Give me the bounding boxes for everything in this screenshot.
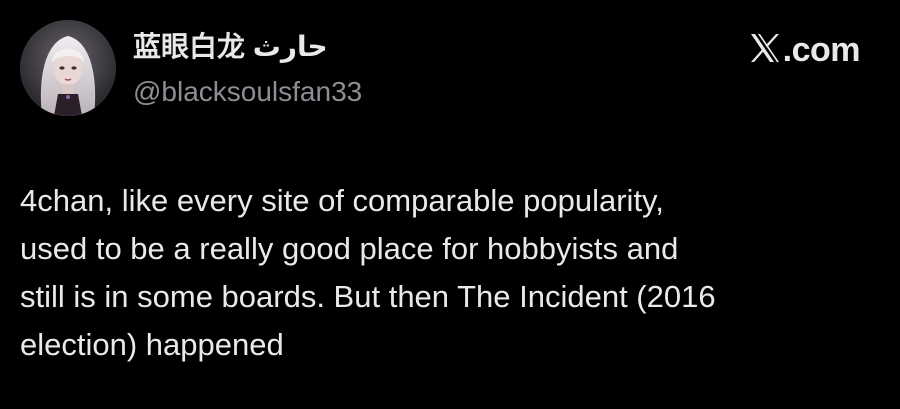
tweet-card: 蓝眼白龙 حارث @blacksoulsfan33 .com 4chan, l… (0, 0, 900, 409)
x-logo-icon (749, 33, 781, 68)
author-handle[interactable]: @blacksoulsfan33 (133, 75, 362, 109)
brand-domain-text: .com (782, 31, 861, 69)
author-avatar[interactable] (20, 20, 116, 116)
brand-link[interactable]: .com (749, 30, 861, 70)
author-display-name[interactable]: 蓝眼白龙 حارث (133, 30, 328, 64)
avatar-image (20, 20, 116, 116)
tweet-body-text: 4chan, like every site of comparable pop… (20, 183, 716, 362)
